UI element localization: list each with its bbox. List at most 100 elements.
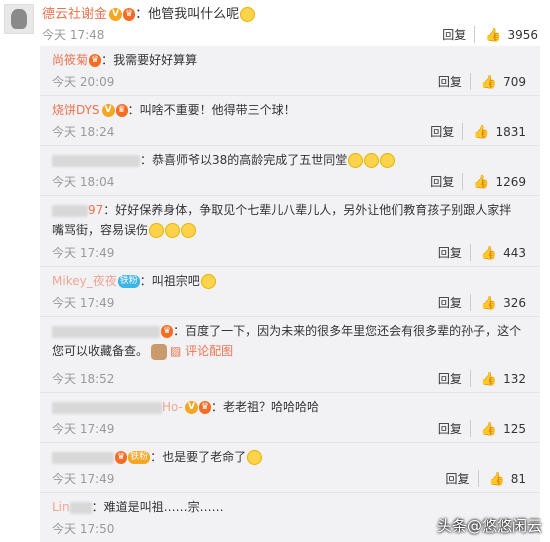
comment-text: ：叫祖宗吧 (139, 274, 200, 288)
blurred-username (52, 325, 160, 338)
reply-item: 烧饼DYS V ♛ ：叫啥不重要！他得带三个球！ 今天 18:24 回复 👍 1831 (40, 96, 540, 146)
username-link[interactable]: Mikey_夜夜 (52, 274, 117, 288)
username-link[interactable]: Lin (52, 500, 70, 514)
comment-text: ：我需要好好算算 (101, 53, 198, 67)
comment-actions: 回复 👍 81 (446, 470, 526, 487)
comment-text: ：恭喜师爷以38的高龄完成了五世同堂 (140, 153, 348, 167)
reply-item: ♛ ：百度了一下，因为未来的很多年里您还会有很多辈的孙子，这个您可以收藏备查。 ▨ … (40, 317, 540, 393)
reply-button[interactable]: 回复 (438, 244, 471, 261)
comment-actions: 回复 👍 443 (438, 244, 526, 261)
vip-badge-icon: ♛ (123, 8, 136, 21)
replies-panel: 尚筱菊 ♛ ：我需要好好算算 今天 20:09 回复 👍 709 烧饼DYS V ♛ ：叫啥不… (40, 46, 540, 542)
thumb-up-icon[interactable]: 👍 (481, 296, 497, 311)
thumb-up-icon[interactable]: 👍 (473, 175, 489, 190)
username-link[interactable]: 烧饼DYS (52, 103, 100, 117)
blurred-username (52, 451, 114, 464)
like-count: 326 (503, 296, 526, 310)
thumb-up-icon[interactable]: 👍 (485, 28, 501, 43)
reply-line: Lin ：难道是叫祖……宗…… (52, 497, 522, 517)
reply-button[interactable]: 回复 (438, 370, 471, 387)
reply-line: 烧饼DYS V ♛ ：叫啥不重要！他得带三个球！ (52, 100, 522, 120)
reply-button[interactable]: 回复 (438, 294, 471, 311)
thumb-up-icon[interactable]: 👍 (481, 75, 497, 90)
reply-line: Mikey_夜夜 铁粉 ：叫祖宗吧 (52, 271, 522, 291)
verified-badge-icon: V (184, 401, 198, 414)
blurred-username (52, 401, 162, 414)
like-count: 3956 (507, 28, 538, 42)
reply-button[interactable]: 回复 (442, 26, 476, 43)
like-count: 443 (503, 246, 526, 260)
reply-line: Ho- V ♛ ：老老祖？哈哈哈哈 (52, 397, 522, 417)
reply-line: ♛ ：百度了一下，因为未来的很多年里您还会有很多辈的孙子，这个您可以收藏备查。 ▨ … (52, 321, 522, 361)
comment-time: 今天 20:09 (52, 75, 115, 89)
reply-item: 尚筱菊 ♛ ：我需要好好算算 今天 20:09 回复 👍 709 (40, 46, 540, 96)
verified-badge-icon: V (109, 8, 123, 21)
avatar-figure (11, 9, 27, 29)
reply-button[interactable]: 回复 (430, 123, 464, 140)
fan-badge: 铁粉 (128, 451, 151, 464)
comment-picture-link[interactable]: 评论配图 (185, 344, 233, 358)
username-link[interactable]: Ho- (162, 400, 183, 414)
comment-text: ：老老祖？哈哈哈哈 (211, 400, 320, 414)
username-link[interactable]: 尚筱菊 (52, 53, 88, 67)
like-count: 1831 (495, 125, 526, 139)
reply-button[interactable]: 回复 (438, 420, 471, 437)
blurred-username (52, 204, 88, 217)
reply-line: 97：好好保养身体，争取见个七辈儿八辈儿人，另外让他们教育孩子别跟人家拌嘴骂街，… (52, 200, 522, 240)
reply-item: Ho- V ♛ ：老老祖？哈哈哈哈 今天 17:49 回复 👍 125 (40, 393, 540, 443)
comment-time: 今天 17:49 (52, 422, 115, 436)
dog-emoji-icon (151, 343, 168, 360)
thumb-up-icon[interactable]: 👍 (481, 422, 497, 437)
laugh-emoji-icon (181, 223, 197, 238)
comment-time: 今天 18:24 (52, 125, 115, 139)
vip-badge-icon: ♛ (198, 401, 211, 414)
comment-text: ：他管我叫什么呢 (135, 7, 240, 22)
comment-actions: 回复 👍 326 (438, 294, 526, 311)
thumb-up-icon[interactable]: 👍 (481, 372, 497, 387)
vip-badge-icon: ♛ (89, 54, 102, 67)
thumb-up-icon[interactable]: 👍 (481, 246, 497, 261)
like-count: 709 (503, 75, 526, 89)
reply-item: ♛ 铁粉 ：也是要了老命了 今天 17:49 回复 👍 81 (40, 443, 540, 493)
comment-actions: 回复 👍 1831 (430, 123, 526, 140)
reply-line: ：恭喜师爷以38的高龄完成了五世同堂 (52, 150, 522, 170)
reply-item: Mikey_夜夜 铁粉 ：叫祖宗吧 今天 17:49 回复 👍 326 (40, 267, 540, 317)
thumb-up-icon[interactable]: 👍 (473, 125, 489, 140)
laugh-emoji-icon (364, 153, 380, 168)
comment-actions: 回复 👍 1269 (430, 173, 526, 190)
comment-actions: 回复 👍 125 (438, 420, 526, 437)
laugh-emoji-icon (149, 223, 165, 238)
comment-text: ：难道是叫祖……宗…… (91, 500, 224, 514)
comment-time: 今天 18:52 (52, 372, 115, 386)
comment-time: 今天 17:49 (52, 246, 115, 260)
comment-time: 今天 17:48 (42, 28, 105, 42)
reply-button[interactable]: 回复 (438, 73, 471, 90)
like-count: 1269 (495, 175, 526, 189)
like-count: 81 (510, 472, 526, 486)
picture-icon[interactable]: ▨ (170, 344, 185, 358)
comment-text: ：也是要了老命了 (150, 450, 247, 464)
laugh-emoji-icon (348, 153, 364, 168)
comment-text: ：好好保养身体，争取见个七辈儿八辈儿人，另外让他们教育孩子别跟人家拌嘴骂街，容易… (52, 203, 512, 237)
blurred-username (69, 501, 92, 514)
reply-button[interactable]: 回复 (446, 470, 479, 487)
smile-emoji-icon (240, 7, 256, 22)
fan-badge: 铁粉 (117, 275, 140, 288)
blurred-username (52, 154, 140, 167)
username-link[interactable]: 97 (88, 203, 103, 217)
reply-line: 尚筱菊 ♛ ：我需要好好算算 (52, 50, 522, 70)
main-comment: 德云社谢金 V ♛ ：他管我叫什么呢 今天 17:48 回复 👍 3956 (0, 0, 550, 45)
reply-button[interactable]: 回复 (430, 173, 464, 190)
laugh-emoji-icon (200, 274, 216, 289)
comment-time: 今天 17:49 (52, 472, 115, 486)
username-link[interactable]: 德云社谢金 (42, 7, 107, 22)
reply-item: 97：好好保养身体，争取见个七辈儿八辈儿人，另外让他们教育孩子别跟人家拌嘴骂街，… (40, 196, 540, 267)
thumb-up-icon[interactable]: 👍 (489, 472, 505, 487)
comment-text: ：叫啥不重要！他得带三个球！ (127, 103, 296, 117)
avatar[interactable] (4, 4, 34, 34)
comment-time: 今天 17:49 (52, 296, 115, 310)
vip-badge-icon: ♛ (115, 104, 128, 117)
like-count: 132 (503, 372, 526, 386)
verified-badge-icon: V (101, 104, 115, 117)
watermark: 头条@悠悠闲云 (436, 517, 542, 535)
